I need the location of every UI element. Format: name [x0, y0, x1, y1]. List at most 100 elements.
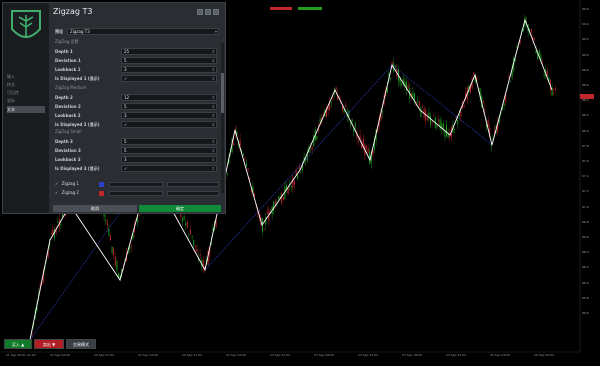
- setting-value: ✓: [124, 122, 128, 127]
- sidebar-item-coordinates[interactable]: 坐标: [7, 97, 45, 104]
- setting-input[interactable]: 5 ⇕: [121, 138, 217, 145]
- close-button[interactable]: [213, 9, 219, 15]
- price-tick-label: 96.0: [582, 280, 589, 285]
- top-indicator-green: [298, 7, 322, 10]
- ok-button[interactable]: 确定: [139, 205, 221, 212]
- chevron-down-icon: ▾: [214, 29, 217, 34]
- buy-button[interactable]: 买入 ▲: [4, 339, 32, 349]
- time-tick-label: 22 Sep 17:00: [182, 353, 203, 357]
- checkbox-icon[interactable]: ✓: [55, 190, 58, 195]
- setting-value: ✓: [124, 166, 128, 171]
- setting-label: Depth 2: [55, 95, 73, 100]
- stepper-icon[interactable]: ⇕: [212, 58, 215, 64]
- setting-input[interactable]: ✓ ⇕: [121, 121, 217, 128]
- time-tick-label: 23 Sep 23:00: [446, 353, 467, 357]
- price-tick-label: 95.8: [582, 295, 589, 300]
- trade-mode-button[interactable]: 交易模式: [66, 339, 96, 349]
- stepper-icon[interactable]: ⇕: [212, 122, 215, 128]
- sidebar-item-input[interactable]: 输入: [7, 73, 45, 80]
- checkbox-icon[interactable]: ✓: [55, 181, 58, 186]
- stepper-icon[interactable]: ⇕: [212, 148, 215, 154]
- price-tick-label: 98.0: [582, 128, 589, 133]
- setting-label: Lookback 1: [55, 67, 81, 72]
- price-tick-label: 99.6: [582, 7, 589, 11]
- setting-input[interactable]: 3 ⇕: [121, 156, 217, 163]
- stepper-icon[interactable]: ⇕: [212, 113, 215, 119]
- sidebar-item-style[interactable]: 样式: [7, 81, 45, 88]
- legend-row-zigzag-1[interactable]: ✓ Zigzag 1: [55, 181, 219, 188]
- sell-button[interactable]: 卖出 ▼: [34, 339, 64, 349]
- setting-value: 25: [124, 49, 130, 54]
- setting-label: Deviation 3: [55, 148, 81, 153]
- setting-input[interactable]: 5 ⇕: [121, 57, 217, 64]
- setting-input[interactable]: 3 ⇕: [121, 112, 217, 119]
- time-tick-label: 22 Sep 07:00: [94, 353, 115, 357]
- style-slider[interactable]: [167, 182, 219, 187]
- color-swatch-red[interactable]: [99, 191, 104, 196]
- setting-value: 12: [124, 95, 130, 100]
- sidebar-item-visibility[interactable]: 可见性: [7, 89, 45, 96]
- stepper-icon[interactable]: ⇕: [212, 95, 215, 101]
- setting-input[interactable]: 25 ⇕: [121, 48, 217, 55]
- sidebar-item-text[interactable]: 文本: [7, 106, 45, 113]
- app-logo-icon: [11, 10, 41, 38]
- stepper-icon[interactable]: ⇕: [212, 76, 215, 82]
- setting-value: 3: [124, 67, 127, 72]
- time-tick-label: 26 Sep 04:00: [490, 353, 511, 357]
- section-zigzag-medium: ZigZag Medium: [55, 85, 87, 90]
- section-zigzag-small: ZigZag Small: [55, 129, 82, 134]
- setting-input[interactable]: ✓ ⇕: [121, 165, 217, 172]
- setting-input[interactable]: 5 ⇕: [121, 103, 217, 110]
- setting-label: Is Displayed 2 (显示): [55, 122, 100, 127]
- price-tick-label: 96.8: [582, 219, 589, 224]
- color-swatch-blue[interactable]: [99, 182, 104, 187]
- setting-input[interactable]: 5 ⇕: [121, 147, 217, 154]
- dialog-title: Zigzag T3: [53, 7, 93, 16]
- time-tick-label: 23 Sep 18:00: [402, 353, 423, 357]
- stepper-icon[interactable]: ⇕: [212, 104, 215, 110]
- time-tick-label: 23 Sep 03:00: [270, 353, 291, 357]
- setting-label: Is Displayed 3 (显示): [55, 166, 100, 171]
- price-tick-label: 98.6: [582, 83, 589, 87]
- price-tick-label: 97.4: [582, 174, 589, 179]
- setting-label: Deviation 1: [55, 58, 81, 63]
- width-slider[interactable]: [109, 191, 163, 196]
- time-tick-label: 23 Sep 13:00: [358, 353, 379, 357]
- time-tick-label: 22 Sep 02:00: [50, 353, 71, 357]
- top-indicator-red: [270, 7, 292, 10]
- setting-input[interactable]: ✓ ⇕: [121, 75, 217, 82]
- dialog-sidebar: 输入 样式 可见性 坐标 文本: [3, 3, 49, 213]
- stepper-icon[interactable]: ⇕: [212, 157, 215, 163]
- preset-value: Zigzag T3: [70, 29, 90, 34]
- price-tick-label: 97.0: [582, 204, 589, 209]
- minimize-button[interactable]: [197, 9, 203, 15]
- stepper-icon[interactable]: ⇕: [212, 139, 215, 145]
- time-tick-label: 23 Sep 08:00: [314, 353, 335, 357]
- price-tick-label: 97.2: [582, 189, 589, 194]
- setting-label: Is Displayed 1 (显示): [55, 76, 100, 81]
- maximize-button[interactable]: [205, 9, 211, 15]
- setting-label: Lookback 2: [55, 113, 81, 118]
- cancel-button[interactable]: 取消: [53, 205, 137, 212]
- preset-select[interactable]: Zigzag T3 ▾: [67, 28, 219, 35]
- section-zigzag-settings: ZigZag 设置: [55, 39, 79, 44]
- price-tick-label: 96.2: [582, 265, 589, 270]
- price-tick-label: 98.2: [582, 113, 589, 118]
- price-tick-label: 99.2: [582, 37, 589, 42]
- width-slider[interactable]: [109, 182, 163, 187]
- legend-row-zigzag-2[interactable]: ✓ Zigzag 2: [55, 190, 219, 197]
- price-tick-label: 99.0: [582, 52, 589, 57]
- time-tick-label: 22 Sep 12:00: [138, 353, 159, 357]
- price-tick-label: 97.6: [582, 159, 589, 163]
- setting-input[interactable]: 12 ⇕: [121, 94, 217, 101]
- price-tick-label: 96.4: [582, 250, 589, 255]
- price-tick-label: 95.6: [582, 311, 589, 315]
- style-slider[interactable]: [167, 191, 219, 196]
- setting-label: Lookback 3: [55, 157, 81, 162]
- dialog-scrollbar[interactable]: [221, 43, 224, 193]
- scrollbar-thumb[interactable]: [221, 73, 224, 113]
- stepper-icon[interactable]: ⇕: [212, 49, 215, 55]
- stepper-icon[interactable]: ⇕: [212, 67, 215, 73]
- stepper-icon[interactable]: ⇕: [212, 166, 215, 172]
- setting-input[interactable]: 3 ⇕: [121, 66, 217, 73]
